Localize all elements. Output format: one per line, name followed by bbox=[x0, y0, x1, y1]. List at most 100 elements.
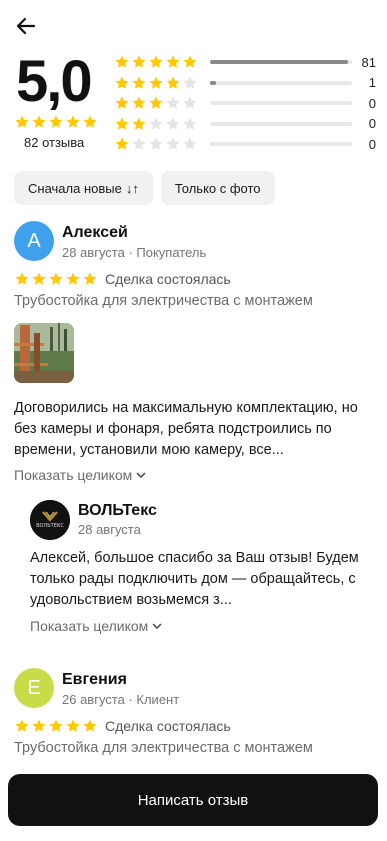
star-icon bbox=[148, 75, 164, 91]
stars-1-icon bbox=[114, 136, 200, 152]
review-text: Договорились на максимальную комплектаци… bbox=[14, 400, 358, 458]
with-photo-chip[interactable]: Только с фото bbox=[160, 171, 275, 205]
sort-icon: ↓↑ bbox=[125, 180, 139, 196]
product-name[interactable]: Трубостойка для электричества с монтажем bbox=[14, 293, 313, 309]
review-rating: Сделка состоялась bbox=[14, 271, 231, 287]
distribution-bar bbox=[210, 60, 352, 64]
star-icon bbox=[182, 136, 198, 152]
seller-logo: ВОЛЬТЕКС bbox=[30, 500, 70, 540]
with-photo-label: Только с фото bbox=[174, 180, 261, 196]
star-icon bbox=[65, 271, 81, 287]
author-name[interactable]: Евгения bbox=[62, 671, 127, 689]
write-review-button[interactable]: Написать отзыв bbox=[8, 774, 378, 826]
deal-status: Сделка состоялась bbox=[105, 271, 231, 287]
star-icon bbox=[82, 271, 98, 287]
arrow-left-icon bbox=[16, 17, 36, 35]
star-icon bbox=[14, 718, 30, 734]
star-icon bbox=[182, 116, 198, 132]
rating-distribution: 81 1 0 0 0 bbox=[114, 52, 376, 155]
star-icon bbox=[131, 75, 147, 91]
reviews-count: 82 отзыва bbox=[24, 135, 85, 150]
star-icon bbox=[165, 54, 181, 70]
star-icon bbox=[182, 95, 198, 111]
average-score: 5,0 bbox=[16, 49, 93, 114]
review-stars-icon bbox=[14, 271, 98, 287]
avatar[interactable]: Е bbox=[14, 668, 54, 708]
star-icon bbox=[165, 116, 181, 132]
distribution-row-1[interactable]: 0 bbox=[114, 134, 376, 154]
back-button[interactable] bbox=[14, 14, 38, 38]
average-stars bbox=[14, 114, 98, 130]
stars-2-icon bbox=[114, 116, 200, 132]
reply-date: 28 августа bbox=[78, 522, 141, 537]
star-icon bbox=[31, 718, 47, 734]
stars-3-icon bbox=[114, 95, 200, 111]
stars-5-icon bbox=[114, 54, 200, 70]
distribution-row-2[interactable]: 0 bbox=[114, 114, 376, 134]
star-icon bbox=[131, 116, 147, 132]
review-meta: 28 августа · Покупатель bbox=[62, 245, 207, 260]
star-icon bbox=[82, 114, 98, 130]
reply-show-more-link[interactable]: Показать целиком bbox=[30, 618, 163, 634]
distribution-count: 81 bbox=[361, 54, 376, 70]
star-icon bbox=[31, 271, 47, 287]
review-meta: 26 августа · Клиент bbox=[62, 692, 180, 707]
product-name[interactable]: Трубостойка для электричества с монтажем bbox=[14, 740, 313, 756]
star-icon bbox=[148, 95, 164, 111]
review-filters: Сначала новые ↓↑ Только с фото bbox=[14, 171, 275, 205]
distribution-count: 0 bbox=[368, 136, 376, 152]
distribution-fill bbox=[210, 60, 348, 64]
seller-logo-text: ВОЛЬТЕКС bbox=[36, 523, 64, 529]
chevron-down-icon bbox=[152, 623, 162, 629]
distribution-bar bbox=[210, 101, 352, 105]
rating-summary: 5,0 82 отзыва 81 1 0 0 0 bbox=[0, 52, 387, 152]
star-icon bbox=[182, 54, 198, 70]
review-photo[interactable] bbox=[14, 323, 74, 383]
star-icon bbox=[48, 718, 64, 734]
star-icon bbox=[148, 116, 164, 132]
distribution-row-4[interactable]: 1 bbox=[114, 73, 376, 93]
review-stars-icon bbox=[14, 718, 98, 734]
deal-status: Сделка состоялась bbox=[105, 718, 231, 734]
star-icon bbox=[165, 95, 181, 111]
chevron-down-icon bbox=[136, 472, 146, 478]
star-icon bbox=[114, 95, 130, 111]
avatar[interactable]: А bbox=[14, 221, 54, 261]
star-icon bbox=[148, 136, 164, 152]
distribution-bar bbox=[210, 142, 352, 146]
star-icon bbox=[131, 95, 147, 111]
distribution-row-5[interactable]: 81 bbox=[114, 52, 376, 72]
distribution-count: 0 bbox=[368, 95, 376, 111]
avatar-letter: А bbox=[27, 229, 41, 252]
star-icon bbox=[114, 136, 130, 152]
distribution-count: 0 bbox=[368, 116, 376, 131]
star-icon bbox=[114, 54, 130, 70]
star-icon bbox=[131, 136, 147, 152]
star-icon bbox=[82, 718, 98, 734]
distribution-bar bbox=[210, 80, 352, 85]
distribution-row-3[interactable]: 0 bbox=[114, 93, 376, 113]
show-more-label: Показать целиком bbox=[30, 618, 149, 634]
star-icon bbox=[65, 718, 81, 734]
review-rating: Сделка состоялась bbox=[14, 718, 231, 734]
star-icon bbox=[48, 114, 64, 130]
show-more-label: Показать целиком bbox=[14, 467, 133, 483]
distribution-count: 1 bbox=[368, 75, 376, 90]
star-icon bbox=[65, 114, 81, 130]
star-icon bbox=[14, 114, 30, 130]
show-more-link[interactable]: Показать целиком bbox=[14, 467, 147, 483]
star-icon bbox=[182, 75, 198, 91]
stars-4-icon bbox=[114, 75, 200, 91]
seller-avatar[interactable]: ВОЛЬТЕКС bbox=[30, 500, 70, 540]
star-icon bbox=[148, 54, 164, 70]
avatar-letter: Е bbox=[27, 676, 41, 699]
seller-name[interactable]: ВОЛЬТекс bbox=[78, 502, 157, 520]
author-name[interactable]: Алексей bbox=[62, 224, 128, 242]
reply-text: Алексей, большое спасибо за Ваш отзыв! Б… bbox=[30, 550, 359, 608]
sort-newest-chip[interactable]: Сначала новые ↓↑ bbox=[14, 171, 153, 205]
star-icon bbox=[48, 271, 64, 287]
star-icon bbox=[131, 54, 147, 70]
sort-label: Сначала новые bbox=[28, 180, 122, 196]
star-icon bbox=[165, 75, 181, 91]
star-icon bbox=[31, 114, 47, 130]
